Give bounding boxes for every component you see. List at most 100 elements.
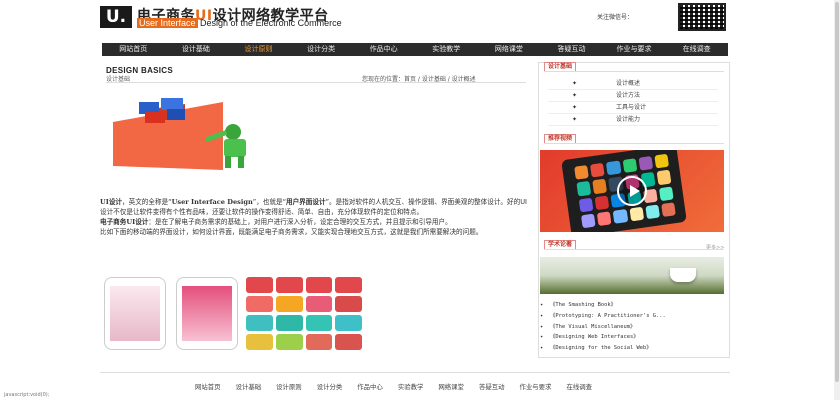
app-icon bbox=[644, 204, 660, 220]
footer-link[interactable]: 设计分类 bbox=[317, 382, 343, 391]
book-link[interactable]: ✦ 《Designing Web Interfaces》 bbox=[540, 332, 724, 343]
wechat-label: 关注微信号： bbox=[597, 14, 634, 21]
book-link[interactable]: ✦ 《Designing for the Social Web》 bbox=[540, 343, 724, 354]
nav-item[interactable]: 设计原则 bbox=[227, 43, 290, 56]
footer-nav: 网站首页 设计基础 设计原则 设计分类 作品中心 实验教学 网络课堂 答疑互动 作业与要求 在线调… bbox=[195, 382, 607, 391]
qr-code-image bbox=[678, 3, 726, 31]
book-link[interactable]: ✦ 《The Smashing Book》 bbox=[540, 300, 724, 311]
app-icon bbox=[612, 208, 628, 224]
category-item[interactable]: ✦ 设计能力 bbox=[548, 114, 718, 126]
app-icon bbox=[592, 178, 608, 194]
paragraph: 比如下面的移动端的界面设计，如何设计界面，既能满足电子商务需求，又能实现合理地交… bbox=[100, 228, 483, 236]
phone-mockup bbox=[176, 277, 238, 350]
coffee-cup-icon bbox=[670, 268, 696, 282]
icon-tile bbox=[246, 334, 273, 350]
book-list: ✦ 《The Smashing Book》 ✦ 《Prototyping: A Pra… bbox=[540, 300, 724, 354]
book-title: 《Designing for the Social Web》 bbox=[550, 345, 652, 352]
play-icon[interactable] bbox=[617, 176, 647, 206]
footer-link[interactable]: 答疑互动 bbox=[479, 382, 505, 391]
bullet-icon: ✦ bbox=[572, 104, 578, 111]
category-label: 设计概述 bbox=[616, 80, 641, 87]
site-subtitle: User Interface Design of the Electronic … bbox=[137, 18, 342, 28]
mobile-ui-examples bbox=[104, 277, 362, 350]
app-icon bbox=[606, 160, 622, 176]
article-body: UI设计，英文的全称是“User Interface Design”，也就是“用… bbox=[100, 197, 528, 237]
app-icon bbox=[628, 206, 644, 222]
category-list: ✦ 设计概述 ✦ 设计方法 ✦ 工具与设计 ✦ 设计能力 bbox=[548, 78, 718, 126]
divider bbox=[106, 82, 526, 83]
icon-tile bbox=[275, 334, 303, 350]
icon-tile bbox=[335, 296, 362, 312]
app-icon bbox=[660, 202, 676, 217]
footer-link[interactable]: 设计基础 bbox=[236, 382, 262, 391]
bullet-icon: ✦ bbox=[572, 80, 578, 87]
divider bbox=[544, 143, 724, 144]
icon-tile bbox=[335, 277, 362, 293]
bullet-icon: ✦ bbox=[540, 334, 544, 341]
book-link[interactable]: ✦ 《The Visual Miscellaneum》 bbox=[540, 322, 724, 333]
paragraph: 电子商务UI设计：是在了解电子商务需求的基础上，对用户进行深入分析，设定合理的交… bbox=[100, 218, 452, 226]
footer-link[interactable]: 在线调查 bbox=[566, 382, 592, 391]
nav-item[interactable]: 网络课堂 bbox=[478, 43, 541, 56]
icon-tile bbox=[246, 315, 273, 331]
category-label: 工具与设计 bbox=[616, 104, 647, 111]
divider bbox=[544, 71, 724, 72]
nav-item[interactable]: 作业与要求 bbox=[603, 43, 666, 56]
articles-banner-image bbox=[540, 257, 724, 294]
nav-item[interactable]: 在线调查 bbox=[665, 43, 728, 56]
footer-link[interactable]: 作业与要求 bbox=[520, 382, 552, 391]
status-bar-url: javascript:void(0); bbox=[4, 392, 50, 398]
footer-link[interactable]: 网络课堂 bbox=[438, 382, 464, 391]
nav-item[interactable]: 设计基础 bbox=[165, 43, 228, 56]
paragraph: UI设计，英文的全称是“User Interface Design”，也就是“用… bbox=[100, 198, 527, 216]
bullet-icon: ✦ bbox=[572, 92, 578, 99]
vertical-scrollbar[interactable] bbox=[834, 0, 840, 400]
icon-tile bbox=[246, 296, 273, 312]
app-icon bbox=[594, 194, 610, 210]
category-item[interactable]: ✦ 设计方法 bbox=[548, 90, 718, 102]
footer-link[interactable]: 网站首页 bbox=[195, 382, 221, 391]
icon-tile bbox=[275, 315, 303, 331]
nav-item[interactable]: 网站首页 bbox=[102, 43, 165, 56]
app-icon bbox=[580, 213, 596, 229]
icon-tile bbox=[246, 277, 273, 293]
book-title: 《The Visual Miscellaneum》 bbox=[550, 323, 636, 330]
bullet-icon: ✦ bbox=[540, 302, 544, 308]
phone-mockup bbox=[104, 277, 166, 350]
footer-divider bbox=[100, 372, 730, 373]
category-item[interactable]: ✦ 工具与设计 bbox=[548, 102, 718, 114]
icon-tile-grid bbox=[246, 277, 362, 350]
footer-link[interactable]: 实验教学 bbox=[398, 382, 424, 391]
nav-item[interactable]: 设计分类 bbox=[290, 43, 353, 56]
footer-link[interactable]: 作品中心 bbox=[357, 382, 383, 391]
app-icon bbox=[622, 158, 638, 174]
recommended-video[interactable] bbox=[540, 150, 724, 232]
category-label: 设计能力 bbox=[616, 116, 641, 123]
app-icon bbox=[658, 185, 674, 201]
icon-tile bbox=[305, 334, 333, 350]
app-icon bbox=[576, 181, 592, 197]
scrollbar-thumb[interactable] bbox=[835, 2, 839, 382]
nav-item[interactable]: 实验教学 bbox=[415, 43, 478, 56]
icon-tile bbox=[335, 334, 362, 350]
app-icon bbox=[656, 169, 672, 185]
subtitle-rest: Design of the Electronic Commerce bbox=[197, 18, 342, 28]
bullet-icon: ✦ bbox=[540, 345, 544, 352]
book-title: 《Prototyping: A Practitioner's G... bbox=[550, 312, 666, 319]
app-icon bbox=[654, 153, 670, 169]
app-icon bbox=[596, 211, 612, 226]
icon-tile bbox=[305, 296, 333, 312]
main-nav: 网站首页 设计基础 设计原则 设计分类 作品中心 实验教学 网络课堂 答疑互动 作业与要求 在线调… bbox=[102, 43, 728, 56]
nav-item[interactable]: 答疑互动 bbox=[540, 43, 603, 56]
book-link[interactable]: ✦ 《Prototyping: A Practitioner's G... bbox=[540, 311, 724, 322]
book-title: 《The Smashing Book》 bbox=[550, 302, 616, 308]
site-logo[interactable]: U. bbox=[100, 6, 132, 28]
bullet-icon: ✦ bbox=[540, 312, 544, 319]
icon-tile bbox=[275, 296, 303, 312]
category-item[interactable]: ✦ 设计概述 bbox=[548, 78, 718, 90]
bullet-icon: ✦ bbox=[572, 116, 578, 123]
footer-link[interactable]: 设计原则 bbox=[276, 382, 302, 391]
nav-item[interactable]: 作品中心 bbox=[352, 43, 415, 56]
category-label: 设计方法 bbox=[616, 92, 641, 99]
app-icon bbox=[590, 162, 606, 178]
